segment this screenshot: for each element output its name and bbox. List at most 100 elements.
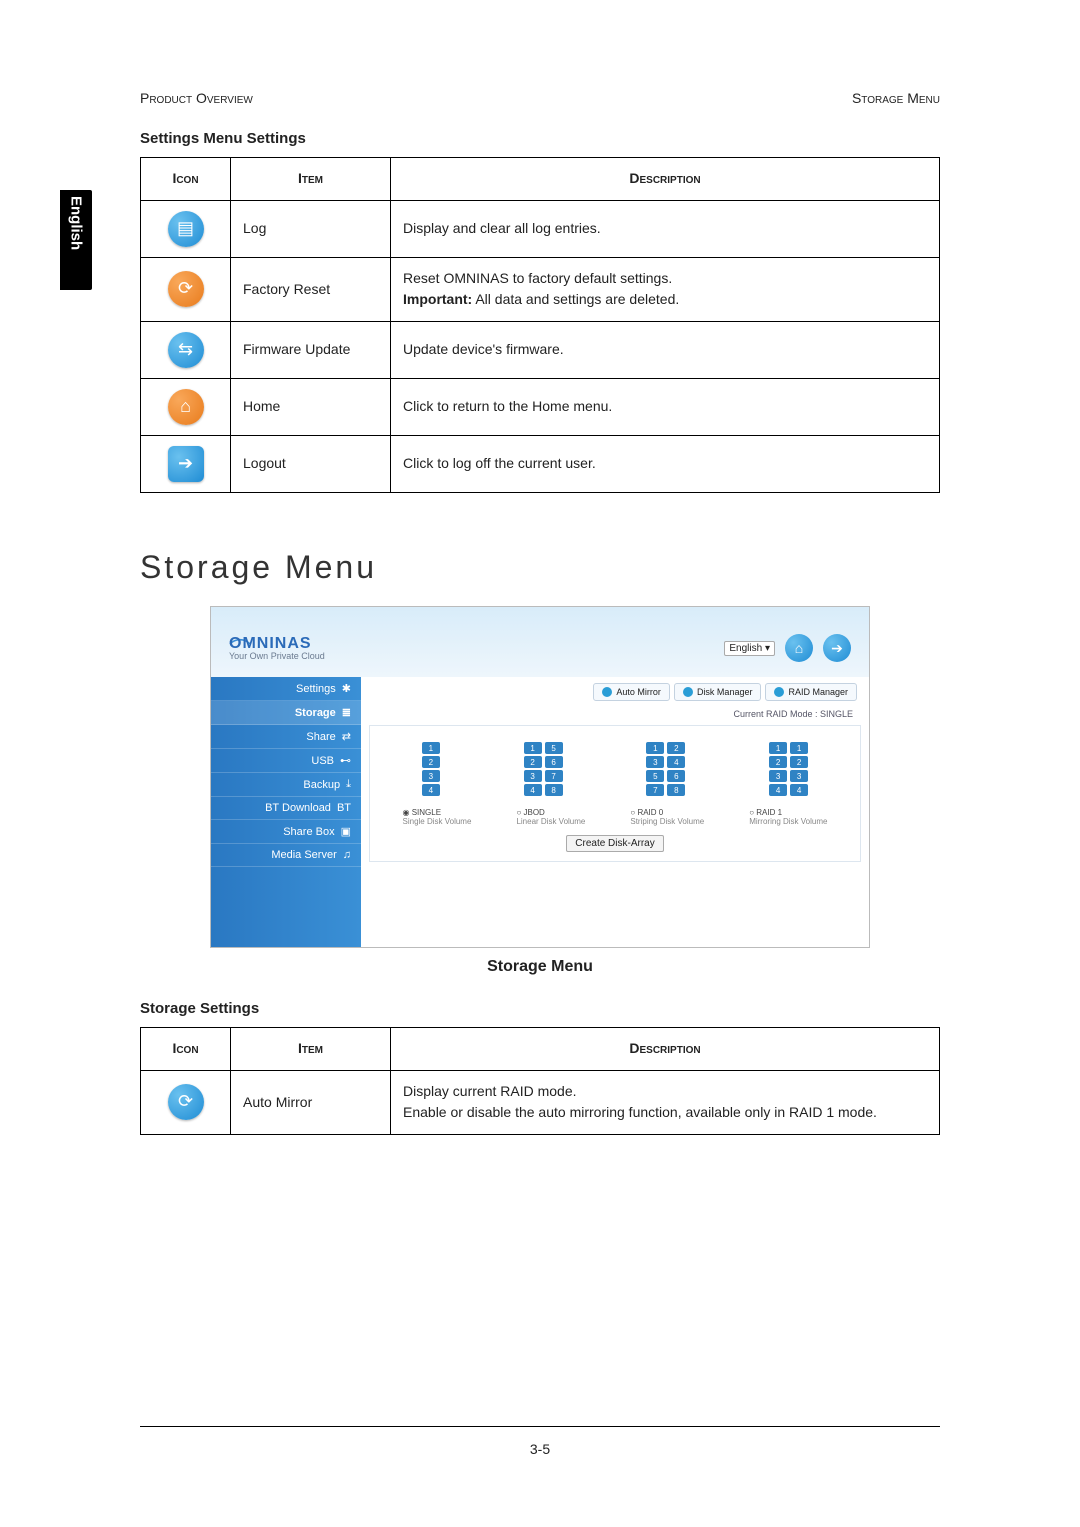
item-cell: Factory Reset [231,257,391,321]
sidebar-item[interactable]: Media Server♫ [211,844,361,867]
raid-mode-option[interactable]: ◉ SINGLESingle Disk Volume [403,808,472,826]
th-item: Item [231,158,391,201]
table-row: ⌂ HomeClick to return to the Home menu. [141,379,940,436]
sidebar-item-icon: ⤓ [346,778,351,791]
logout-icon[interactable]: ➔ [823,634,851,662]
th-item: Item [231,1028,391,1071]
tab-dot-icon [602,687,612,697]
sidebar-item[interactable]: Share ⇄ [211,725,361,749]
create-disk-array-button[interactable]: Create Disk-Array [566,835,663,852]
current-raid-mode-label: Current RAID Mode : SINGLE [361,707,869,725]
firmware-update-icon: ⇆ [168,332,204,368]
auto-mirror-icon: ⟳ [168,1084,204,1120]
page-header: Product Overview Storage Menu [140,90,940,106]
tab[interactable]: Auto Mirror [593,683,670,701]
home-icon[interactable]: ⌂ [785,634,813,662]
disk-slot: 6 [667,770,685,782]
radio-icon: ◉ [403,808,412,817]
disk-diagram: 12345678 [646,742,685,796]
logout-icon: ➔ [168,446,204,482]
disk-slot: 2 [667,742,685,754]
sidebar-item[interactable]: Backup ⤓ [211,773,361,797]
sidebar-item[interactable]: Settings✱ [211,677,361,701]
th-desc: Description [391,1028,940,1071]
sidebar-item-icon: BT [337,802,351,814]
sidebar-item-label: USB [311,755,334,767]
mode-name: RAID 1 [756,808,782,817]
disk-slot: 1 [524,742,542,754]
sidebar-item[interactable]: BT Download BT [211,797,361,820]
table-row: ▤LogDisplay and clear all log entries. [141,200,940,257]
tab-label: Disk Manager [697,687,753,697]
desc-cell: Click to return to the Home menu. [391,379,940,436]
disk-slot: 6 [545,756,563,768]
disk-slot: 3 [646,756,664,768]
storage-menu-screenshot: ︵ OMNINAS Your Own Private Cloud English… [210,606,870,948]
sidebar-item-label: BT Download [265,802,331,814]
sidebar-item[interactable]: USB ⊷ [211,749,361,773]
sidebar-item-label: Backup [303,779,340,791]
home-icon: ⌂ [168,389,204,425]
th-icon: Icon [141,158,231,201]
raid-mode-option[interactable]: ○ JBODLinear Disk Volume [516,808,585,826]
disk-slot: 4 [769,784,787,796]
item-cell: Firmware Update [231,322,391,379]
tab[interactable]: RAID Manager [765,683,857,701]
disk-slot: 5 [545,742,563,754]
table-row: ➔LogoutClick to log off the current user… [141,436,940,493]
disk-slot: 3 [769,770,787,782]
disk-slot: 7 [545,770,563,782]
item-cell: Log [231,200,391,257]
sidebar-item-label: Share [306,731,335,743]
sidebar-item-icon: ▣ [341,825,351,838]
table2-title: Storage Settings [140,1000,940,1017]
sidebar-item-label: Share Box [283,826,334,838]
mode-name: SINGLE [412,808,441,817]
disk-slot: 1 [422,742,440,754]
sidebar-item-icon: ⇄ [342,730,351,743]
sidebar: Settings✱Storage≣ Share ⇄ USB ⊷Backup ⤓ BT Dow… [211,677,361,947]
tab-dot-icon [683,687,693,697]
settings-menu-table: Icon Item Description ▤LogDisplay and cl… [140,157,940,493]
tab[interactable]: Disk Manager [674,683,762,701]
disk-slot: 8 [545,784,563,796]
omninas-logo: ︵ OMNINAS Your Own Private Cloud [229,636,325,661]
th-desc: Description [391,158,940,201]
mode-desc: Mirroring Disk Volume [749,817,827,826]
th-icon: Icon [141,1028,231,1071]
disk-slot: 4 [667,756,685,768]
raid-panel: 1234152637481234567811223344 ◉ SINGLESin… [369,725,861,862]
radio-icon: ○ [516,808,523,817]
raid-mode-option[interactable]: ○ RAID 1Mirroring Disk Volume [749,808,827,826]
table-row: ⟳Auto MirrorDisplay current RAID mode.En… [141,1070,940,1134]
language-select[interactable]: English ▾ [724,641,775,656]
disk-slot: 2 [524,756,542,768]
item-cell: Home [231,379,391,436]
disk-slot: 4 [524,784,542,796]
tab-dot-icon [774,687,784,697]
factory-reset-icon: ⟳ [168,271,204,307]
sidebar-item[interactable]: Storage≣ [211,701,361,725]
disk-slot: 8 [667,784,685,796]
table-row: ⇆ Firmware UpdateUpdate device's firmware… [141,322,940,379]
disk-slot: 3 [790,770,808,782]
sidebar-item-label: Settings [296,683,336,695]
language-side-tab: English [60,190,92,290]
disk-slot: 3 [422,770,440,782]
disk-slot: 4 [790,784,808,796]
mode-name: RAID 0 [637,808,663,817]
desc-cell: Click to log off the current user. [391,436,940,493]
chevron-down-icon: ▾ [765,643,770,654]
screenshot-caption: Storage Menu [140,958,940,976]
disk-slot: 1 [646,742,664,754]
disk-slot: 7 [646,784,664,796]
table-row: ⟳Factory ResetReset OMNINAS to factory d… [141,257,940,321]
disk-slot: 1 [769,742,787,754]
item-cell: Auto Mirror [231,1070,391,1134]
desc-cell: Update device's firmware. [391,322,940,379]
sidebar-item-icon: ⊷ [340,754,351,767]
sidebar-item[interactable]: Share Box ▣ [211,820,361,844]
page-footer: 3-5 [140,1426,940,1457]
tabs-row: Auto Mirror Disk Manager RAID Manager [361,683,869,707]
raid-mode-option[interactable]: ○ RAID 0Striping Disk Volume [630,808,704,826]
